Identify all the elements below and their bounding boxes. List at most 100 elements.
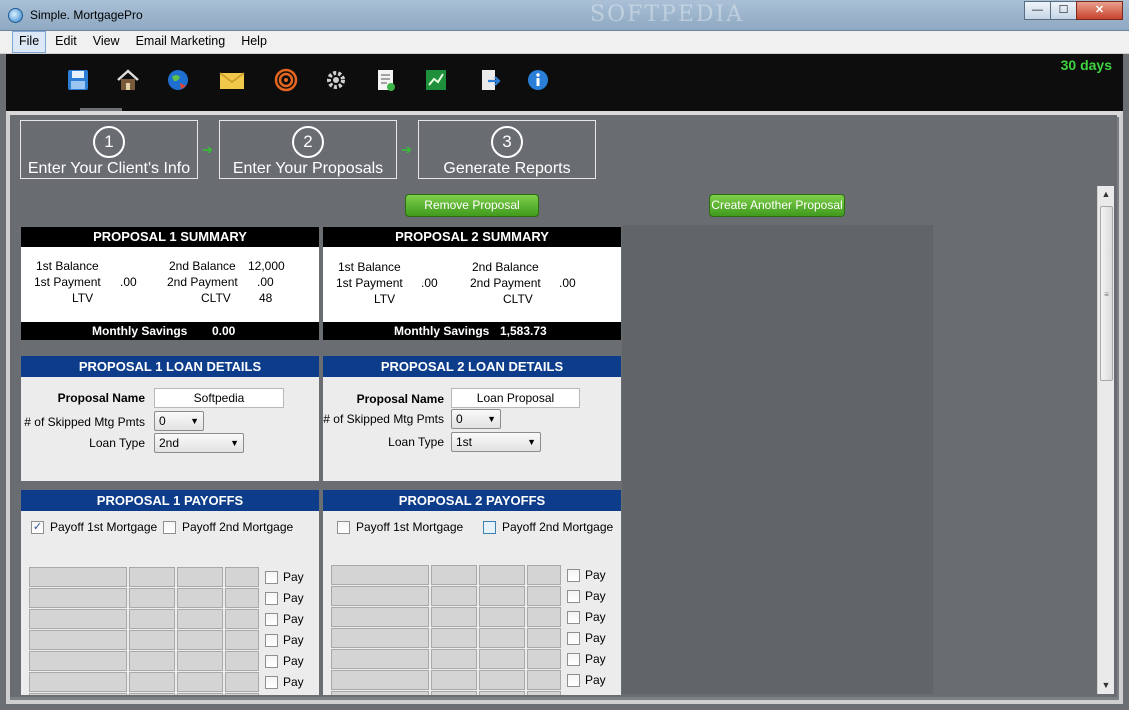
minimize-button[interactable]: — [1024, 1, 1051, 20]
payoff-cell-input[interactable] [479, 691, 525, 695]
pay-checkbox[interactable]: Pay [567, 670, 606, 690]
payoff-cell-input[interactable] [479, 670, 525, 690]
step-proposals[interactable]: 2 Enter Your Proposals [219, 120, 397, 179]
globe-icon[interactable] [164, 66, 192, 94]
loan-type-select[interactable]: 1st ▼ [451, 432, 541, 452]
pay-checkbox[interactable]: Pay [567, 607, 606, 627]
house-icon[interactable] [114, 66, 142, 94]
payoff-cell-input[interactable] [225, 609, 259, 629]
export-icon[interactable] [476, 66, 504, 94]
menu-view[interactable]: View [86, 31, 127, 53]
pay-checkbox[interactable]: Pay [265, 651, 304, 671]
info-icon[interactable] [524, 66, 552, 94]
checkbox-box[interactable] [265, 654, 278, 668]
payoff-cell-input[interactable] [331, 649, 429, 669]
payoff-cell-input[interactable] [225, 588, 259, 608]
payoff-cell-input[interactable] [29, 588, 127, 608]
checkbox-box[interactable] [567, 652, 580, 666]
payoff-cell-input[interactable] [225, 693, 259, 695]
payoff-cell-input[interactable] [177, 651, 223, 671]
scroll-down-icon[interactable]: ▼ [1098, 677, 1114, 694]
payoff-cell-input[interactable] [129, 651, 175, 671]
checkbox-box[interactable] [567, 631, 580, 645]
payoff-cell-input[interactable] [29, 693, 127, 695]
maximize-button[interactable]: ☐ [1050, 1, 1077, 20]
payoff-cell-input[interactable] [177, 693, 223, 695]
report-icon[interactable] [372, 66, 400, 94]
payoff-cell-input[interactable] [129, 588, 175, 608]
checkbox-box[interactable] [567, 568, 580, 582]
payoff-cell-input[interactable] [177, 609, 223, 629]
payoff-cell-input[interactable] [177, 588, 223, 608]
payoff-cell-input[interactable] [331, 565, 429, 585]
menu-edit[interactable]: Edit [48, 31, 84, 53]
target-icon[interactable] [272, 66, 300, 94]
payoff-cell-input[interactable] [29, 609, 127, 629]
payoff-cell-input[interactable] [479, 586, 525, 606]
chart-icon[interactable] [422, 66, 450, 94]
payoff-cell-input[interactable] [479, 607, 525, 627]
payoff-cell-input[interactable] [431, 628, 477, 648]
checkbox-box[interactable] [265, 675, 278, 689]
payoff-2nd-mortgage-checkbox[interactable]: Payoff 2nd Mortgage [163, 520, 293, 534]
payoff-cell-input[interactable] [479, 565, 525, 585]
payoff-cell-input[interactable] [527, 670, 561, 690]
menu-help[interactable]: Help [234, 31, 274, 53]
payoff-cell-input[interactable] [331, 628, 429, 648]
payoff-cell-input[interactable] [527, 628, 561, 648]
payoff-cell-input[interactable] [431, 586, 477, 606]
payoff-cell-input[interactable] [129, 609, 175, 629]
checkbox-box[interactable] [567, 673, 580, 687]
payoff-cell-input[interactable] [129, 672, 175, 692]
payoff-cell-input[interactable] [177, 630, 223, 650]
checkbox-box[interactable] [163, 520, 176, 534]
step-client-info[interactable]: 1 Enter Your Client's Info [20, 120, 198, 179]
payoff-cell-input[interactable] [431, 691, 477, 695]
payoff-cell-input[interactable] [431, 565, 477, 585]
payoff-cell-input[interactable] [129, 693, 175, 695]
checkbox-box[interactable] [567, 694, 580, 695]
payoff-cell-input[interactable] [431, 649, 477, 669]
gear-icon[interactable] [322, 66, 350, 94]
scroll-thumb[interactable]: ≡ [1100, 206, 1113, 381]
payoff-cell-input[interactable] [29, 672, 127, 692]
pay-checkbox[interactable]: Pay [265, 609, 304, 629]
payoff-cell-input[interactable] [129, 630, 175, 650]
skipped-payments-select[interactable]: 0 ▼ [154, 411, 204, 431]
payoff-cell-input[interactable] [225, 567, 259, 587]
payoff-cell-input[interactable] [331, 586, 429, 606]
payoff-cell-input[interactable] [527, 586, 561, 606]
payoff-cell-input[interactable] [527, 565, 561, 585]
payoff-1st-mortgage-checkbox[interactable]: Payoff 1st Mortgage [337, 520, 463, 534]
envelope-icon[interactable] [218, 66, 246, 94]
payoff-cell-input[interactable] [331, 607, 429, 627]
menu-file[interactable]: File [12, 31, 47, 53]
checkbox-box[interactable] [265, 612, 278, 626]
payoff-cell-input[interactable] [29, 630, 127, 650]
proposal-name-input[interactable]: Loan Proposal [451, 388, 580, 408]
payoff-cell-input[interactable] [479, 649, 525, 669]
payoff-cell-input[interactable] [29, 651, 127, 671]
payoff-cell-input[interactable] [431, 607, 477, 627]
checkbox-box[interactable] [265, 633, 278, 647]
close-button[interactable]: ✕ [1076, 1, 1123, 20]
pay-checkbox[interactable]: Pay [265, 693, 304, 695]
payoff-cell-input[interactable] [527, 607, 561, 627]
proposal-name-input[interactable]: Softpedia [154, 388, 284, 408]
payoff-cell-input[interactable] [225, 651, 259, 671]
pay-checkbox[interactable]: Pay [265, 630, 304, 650]
payoff-1st-mortgage-checkbox[interactable]: ✓ Payoff 1st Mortgage [31, 520, 157, 534]
checkbox-box[interactable]: ✓ [31, 520, 44, 534]
scroll-up-icon[interactable]: ▲ [1098, 186, 1114, 203]
payoff-cell-input[interactable] [479, 628, 525, 648]
pay-checkbox[interactable]: Pay [265, 588, 304, 608]
checkbox-box[interactable] [483, 520, 496, 534]
payoff-cell-input[interactable] [225, 672, 259, 692]
payoff-cell-input[interactable] [431, 670, 477, 690]
create-proposal-button[interactable]: Create Another Proposal [709, 194, 845, 217]
pay-checkbox[interactable]: Pay [567, 565, 606, 585]
pay-checkbox[interactable]: Pay [265, 567, 304, 587]
pay-checkbox[interactable]: Pay [265, 672, 304, 692]
pay-checkbox[interactable]: Pay [567, 586, 606, 606]
payoff-cell-input[interactable] [527, 691, 561, 695]
